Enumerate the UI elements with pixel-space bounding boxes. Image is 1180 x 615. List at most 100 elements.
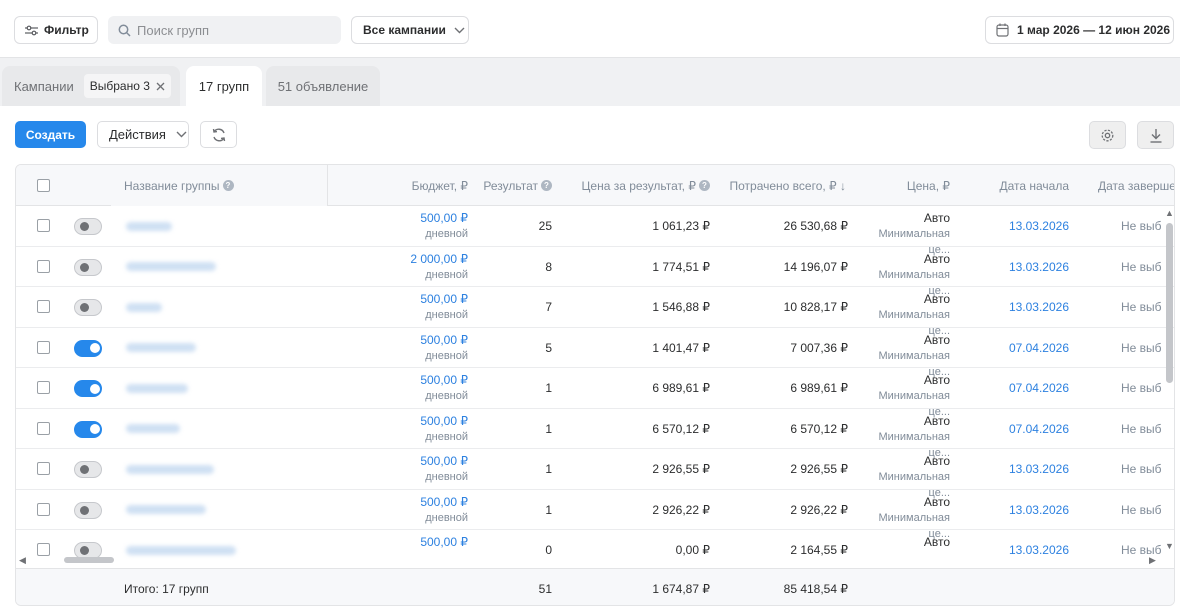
row-checkbox[interactable]: [37, 259, 50, 273]
vertical-scroll-thumb[interactable]: [1166, 223, 1173, 383]
group-name-link[interactable]: [126, 328, 236, 368]
row-status-toggle[interactable]: [74, 339, 102, 357]
group-name-link[interactable]: [126, 409, 236, 449]
actions-dropdown[interactable]: Действия: [97, 121, 189, 148]
col-start-date[interactable]: Дата начала: [976, 165, 1069, 206]
budget-value[interactable]: 2 000,00 ₽: [376, 251, 468, 267]
search-box[interactable]: [108, 16, 341, 44]
group-name-link[interactable]: [126, 368, 236, 408]
col-end-date[interactable]: Дата завершен: [1098, 165, 1174, 206]
col-cost-per-result[interactable]: Цена за результат, ₽?: [576, 165, 710, 206]
budget-value[interactable]: 500,00 ₽: [376, 291, 468, 307]
table-row[interactable]: 500,00 ₽ дневной 25 1 061,23 ₽ 26 530,68 ₽ Ав…: [16, 206, 1174, 256]
table-row[interactable]: 500,00 ₽ дневной 5 1 401,47 ₽ 7 007,36 ₽ Авто…: [16, 328, 1174, 378]
row-status-toggle[interactable]: [74, 501, 102, 519]
row-status-toggle[interactable]: [74, 258, 102, 276]
row-status-toggle[interactable]: [74, 299, 102, 316]
budget-cell[interactable]: 500,00 ₽: [376, 534, 468, 550]
toggle-knob: [90, 343, 100, 353]
row-checkbox[interactable]: [37, 219, 50, 232]
group-name-link[interactable]: [126, 287, 236, 327]
search-input[interactable]: [137, 22, 327, 38]
table-row[interactable]: 500,00 ₽ дневной 7 1 546,88 ₽ 10 828,17 ₽ Авт…: [16, 287, 1174, 337]
table-row[interactable]: 500,00 ₽ дневной 1 2 926,22 ₽ 2 926,22 ₽ Авто…: [16, 490, 1174, 540]
filter-button[interactable]: Фильтр: [14, 16, 98, 44]
budget-cell[interactable]: 500,00 ₽ дневной: [376, 291, 468, 323]
col-name[interactable]: Название группы?: [124, 165, 234, 206]
budget-cell[interactable]: 500,00 ₽ дневной: [376, 494, 468, 526]
row-checkbox[interactable]: [37, 340, 50, 354]
budget-value[interactable]: 500,00 ₽: [376, 494, 468, 510]
table-row[interactable]: 2 000,00 ₽ дневной 8 1 774,51 ₽ 14 196,07 ₽ А…: [16, 247, 1174, 297]
row-status-toggle[interactable]: [74, 218, 102, 235]
budget-cell[interactable]: 500,00 ₽ дневной: [376, 332, 468, 364]
budget-cell[interactable]: 500,00 ₽ дневной: [376, 210, 468, 242]
group-name-link[interactable]: [126, 449, 236, 489]
budget-value[interactable]: 500,00 ₽: [376, 372, 468, 388]
budget-value[interactable]: 500,00 ₽: [376, 534, 468, 550]
campaigns-select[interactable]: Все кампании: [351, 16, 469, 44]
col-result[interactable]: Результат?: [478, 165, 552, 206]
col-budget[interactable]: Бюджет, ₽: [368, 165, 468, 206]
start-date-cell[interactable]: 13.03.2026: [976, 287, 1069, 327]
start-date-cell[interactable]: 13.03.2026: [976, 206, 1069, 246]
start-date-cell[interactable]: 07.04.2026: [976, 328, 1069, 368]
horizontal-scrollbar[interactable]: ◀ ▶: [16, 554, 1164, 566]
scroll-right-arrow-icon[interactable]: ▶: [1149, 555, 1156, 566]
budget-value[interactable]: 500,00 ₽: [376, 332, 468, 348]
table-row[interactable]: 500,00 ₽ дневной 1 6 989,61 ₽ 6 989,61 ₽ Авто…: [16, 368, 1174, 418]
cost-per-result-cell: 6 570,12 ₽: [652, 421, 710, 436]
group-name-link[interactable]: [126, 206, 236, 246]
row-checkbox[interactable]: [37, 381, 50, 394]
col-price[interactable]: Цена, ₽: [866, 165, 950, 206]
row-checkbox[interactable]: [37, 502, 50, 516]
close-icon[interactable]: [156, 82, 165, 91]
help-icon[interactable]: ?: [222, 180, 234, 191]
date-range-picker[interactable]: 1 мар 2026 — 12 июн 2026: [985, 16, 1174, 44]
table-row[interactable]: 500,00 ₽ дневной 1 6 570,12 ₽ 6 570,12 ₽ Авто…: [16, 409, 1174, 459]
create-button[interactable]: Создать: [15, 121, 86, 148]
refresh-icon: [212, 128, 225, 141]
budget-value[interactable]: 500,00 ₽: [376, 210, 468, 226]
help-icon[interactable]: ?: [699, 180, 710, 191]
budget-cell[interactable]: 500,00 ₽ дневной: [376, 453, 468, 485]
budget-cell[interactable]: 2 000,00 ₽ дневной: [376, 251, 468, 283]
group-name-link[interactable]: [126, 247, 236, 287]
tab-groups[interactable]: 17 групп: [186, 66, 262, 106]
help-icon[interactable]: ?: [541, 180, 552, 191]
row-status-toggle[interactable]: [74, 420, 102, 438]
col-spent[interactable]: Потрачено всего, ₽ ↓: [716, 165, 846, 206]
download-button[interactable]: [1137, 121, 1174, 149]
tab-ads[interactable]: 51 объявление: [266, 66, 380, 106]
scroll-left-arrow-icon[interactable]: ◀: [19, 555, 26, 566]
table-row[interactable]: 500,00 ₽ дневной 1 2 926,55 ₽ 2 926,55 ₽ Авто…: [16, 449, 1174, 499]
vertical-scrollbar[interactable]: ▲ ▼: [1164, 208, 1174, 553]
selected-chip[interactable]: Выбрано 3: [83, 74, 171, 98]
row-checkbox[interactable]: [37, 462, 50, 475]
toggle-knob: [80, 303, 89, 312]
budget-value[interactable]: 500,00 ₽: [376, 453, 468, 469]
group-name-link[interactable]: [126, 490, 236, 530]
tab-campaigns[interactable]: Кампании Выбрано 3: [2, 66, 180, 106]
row-checkbox[interactable]: [37, 300, 50, 313]
settings-button[interactable]: [1089, 121, 1126, 149]
budget-cell[interactable]: 500,00 ₽ дневной: [376, 413, 468, 445]
horizontal-scroll-thumb[interactable]: [64, 557, 114, 563]
footer-cost-per-result: 1 674,87 ₽: [652, 581, 710, 596]
start-date-cell[interactable]: 07.04.2026: [976, 368, 1069, 408]
start-date-cell[interactable]: 07.04.2026: [976, 409, 1069, 449]
scroll-down-arrow-icon[interactable]: ▼: [1165, 541, 1174, 551]
start-date-cell[interactable]: 13.03.2026: [976, 449, 1069, 489]
cost-per-result-cell: 6 989,61 ₽: [652, 381, 710, 395]
row-status-toggle[interactable]: [74, 461, 102, 478]
row-status-toggle[interactable]: [74, 380, 102, 397]
row-checkbox[interactable]: [37, 421, 50, 435]
select-all-checkbox[interactable]: [37, 179, 50, 192]
refresh-button[interactable]: [200, 121, 237, 148]
budget-value[interactable]: 500,00 ₽: [376, 413, 468, 429]
start-date-cell[interactable]: 13.03.2026: [976, 247, 1069, 287]
budget-cell[interactable]: 500,00 ₽ дневной: [376, 372, 468, 404]
start-date-cell[interactable]: 13.03.2026: [976, 490, 1069, 530]
spent-cell: 2 926,22 ₽: [790, 502, 848, 517]
scroll-up-arrow-icon[interactable]: ▲: [1165, 208, 1174, 218]
